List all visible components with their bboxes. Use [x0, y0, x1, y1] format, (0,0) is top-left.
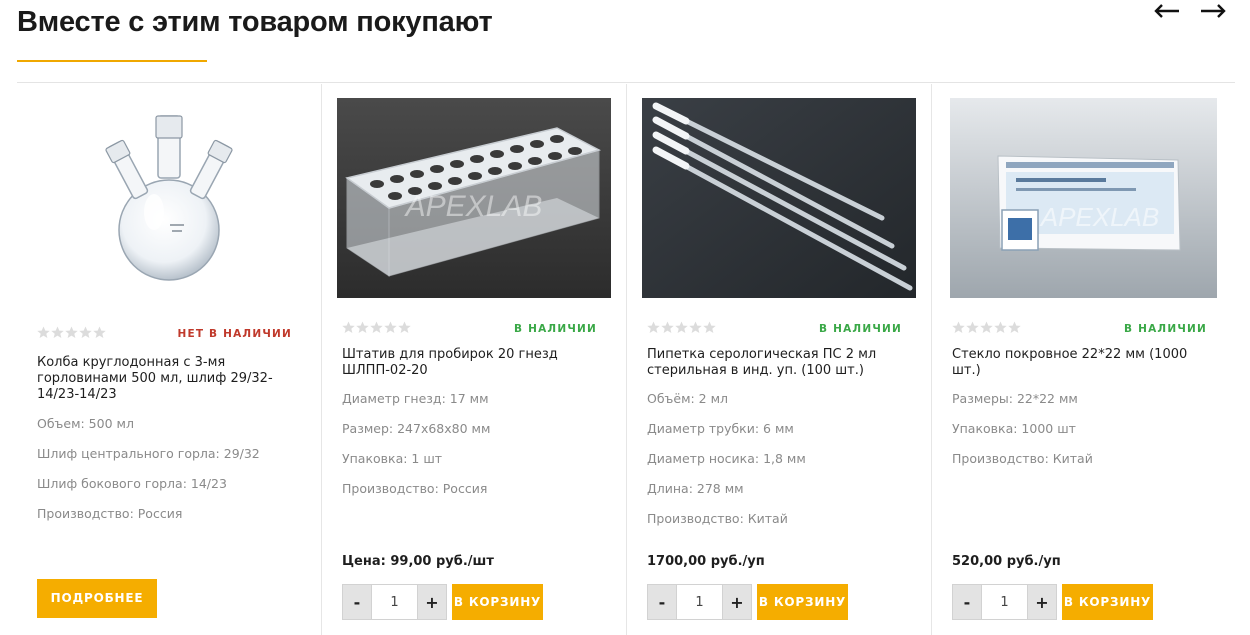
arrow-right-icon	[1201, 4, 1226, 18]
rating-stars[interactable]	[342, 321, 412, 334]
title-accent-underline	[17, 60, 207, 62]
round-bottom-flask-photo[interactable]	[102, 112, 237, 284]
star-rating-icon	[952, 321, 1021, 333]
arrow-left-icon	[1154, 4, 1179, 18]
product-property: Размеры: 22*22 мм	[952, 391, 1078, 406]
carousel-prev-button[interactable]	[1154, 0, 1182, 22]
quantity-increase-button[interactable]: +	[417, 584, 447, 620]
star-rating-icon	[342, 321, 411, 333]
product-property: Упаковка: 1 шт	[342, 451, 443, 466]
product-card: APEXLAB В НАЛИЧИИ Стекло покровное 22*22…	[932, 84, 1235, 635]
product-price: 520,00 руб./уп	[952, 554, 1061, 569]
stock-status: В НАЛИЧИИ	[1124, 323, 1207, 335]
product-property: Объем: 500 мл	[37, 416, 134, 431]
section-title: Вместе с этим товаром покупают	[17, 6, 493, 38]
product-property: Производство: Китай	[647, 511, 788, 526]
product-name[interactable]: Штатив для пробирок 20 гнезд ШЛПП-02-20	[342, 347, 604, 379]
star-rating-icon	[37, 326, 106, 338]
test-tube-rack-photo[interactable]: APEXLAB	[337, 98, 611, 298]
product-property: Производство: Россия	[37, 506, 183, 521]
quantity-increase-button[interactable]: +	[722, 584, 752, 620]
rating-stars[interactable]	[647, 321, 717, 334]
quantity-stepper: - +	[647, 584, 752, 620]
cover-glass-box-photo[interactable]: APEXLAB	[950, 98, 1217, 298]
rating-stars[interactable]	[37, 326, 107, 339]
quantity-increase-button[interactable]: +	[1027, 584, 1057, 620]
product-name[interactable]: Стекло покровное 22*22 мм (1000 шт.)	[952, 347, 1214, 379]
product-property: Шлиф бокового горла: 14/23	[37, 476, 227, 491]
product-card: APEXLAB В НАЛИЧИИ Штатив для пробирок 20…	[322, 84, 627, 635]
quantity-stepper: - +	[952, 584, 1057, 620]
product-card: НЕТ В НАЛИЧИИ Колба круглодонная с 3-мя …	[17, 84, 322, 635]
star-rating-icon	[647, 321, 716, 333]
product-property: Объём: 2 мл	[647, 391, 729, 406]
add-to-cart-button[interactable]: В КОРЗИНУ	[757, 584, 848, 620]
product-name[interactable]: Колба круглодонная с 3-мя горловинами 50…	[37, 355, 299, 403]
quantity-input[interactable]	[372, 584, 417, 620]
product-name[interactable]: Пипетка серологическая ПС 2 мл стерильна…	[647, 347, 909, 379]
product-property: Длина: 278 мм	[647, 481, 744, 496]
product-card: В НАЛИЧИИ Пипетка серологическая ПС 2 мл…	[627, 84, 932, 635]
product-property: Диаметр трубки: 6 мм	[647, 421, 794, 436]
quantity-stepper: - +	[342, 584, 447, 620]
quantity-decrease-button[interactable]: -	[952, 584, 982, 620]
header-divider	[17, 82, 1235, 83]
product-property: Производство: Россия	[342, 481, 488, 496]
product-property: Диаметр гнезд: 17 мм	[342, 391, 489, 406]
stock-status: НЕТ В НАЛИЧИИ	[177, 328, 292, 340]
stock-status: В НАЛИЧИИ	[514, 323, 597, 335]
apexlab-watermark: APEXLAB	[1039, 202, 1160, 232]
related-products-header: Вместе с этим товаром покупают	[17, 0, 1235, 84]
stock-status: В НАЛИЧИИ	[819, 323, 902, 335]
product-property: Шлиф центрального горла: 29/32	[37, 446, 260, 461]
rating-stars[interactable]	[952, 321, 1022, 334]
apexlab-watermark: APEXLAB	[404, 190, 543, 223]
product-property: Размер: 247х68х80 мм	[342, 421, 491, 436]
add-to-cart-button[interactable]: В КОРЗИНУ	[1062, 584, 1153, 620]
product-property: Упаковка: 1000 шт	[952, 421, 1076, 436]
quantity-decrease-button[interactable]: -	[647, 584, 677, 620]
product-price: Цена: 99,00 руб./шт	[342, 554, 494, 569]
product-price: 1700,00 руб./уп	[647, 554, 765, 569]
details-button[interactable]: ПОДРОБНЕЕ	[37, 579, 157, 618]
serological-pipettes-photo[interactable]	[642, 98, 916, 298]
add-to-cart-button[interactable]: В КОРЗИНУ	[452, 584, 543, 620]
quantity-input[interactable]	[677, 584, 722, 620]
quantity-decrease-button[interactable]: -	[342, 584, 372, 620]
product-property: Диаметр носика: 1,8 мм	[647, 451, 806, 466]
quantity-input[interactable]	[982, 584, 1027, 620]
product-property: Производство: Китай	[952, 451, 1093, 466]
carousel-next-button[interactable]	[1198, 0, 1226, 22]
